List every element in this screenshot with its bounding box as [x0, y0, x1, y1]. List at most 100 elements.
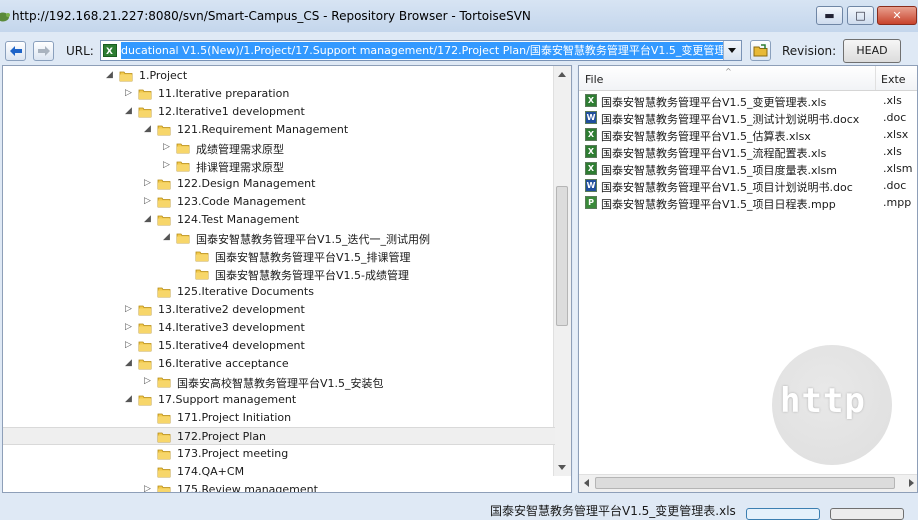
- word-file-icon: W: [585, 179, 597, 192]
- collapse-arrow-icon[interactable]: ◢: [105, 71, 114, 80]
- tree-item[interactable]: 125.Iterative Documents: [3, 283, 555, 301]
- tree-item-label: 175.Review management: [177, 483, 318, 493]
- tree-item[interactable]: ◢ 124.Test Management: [3, 211, 555, 229]
- expand-arrow-icon[interactable]: ▷: [124, 323, 133, 332]
- close-button[interactable]: ✕: [877, 6, 917, 25]
- ok-button[interactable]: [746, 508, 820, 520]
- expand-arrow-icon[interactable]: ▷: [124, 89, 133, 98]
- folder-icon: [138, 321, 152, 334]
- file-row[interactable]: W 国泰安智慧教务管理平台V1.5_项目计划说明书.doc .doc: [583, 177, 913, 194]
- scroll-thumb[interactable]: [595, 477, 895, 489]
- collapse-arrow-icon[interactable]: ◢: [143, 125, 152, 134]
- chevron-down-icon: [728, 48, 736, 53]
- tree-item[interactable]: ▷ 排课管理需求原型: [3, 157, 555, 175]
- file-row[interactable]: P 国泰安智慧教务管理平台V1.5_项目日程表.mpp .mpp: [583, 194, 913, 211]
- tree-item[interactable]: ◢ 121.Requirement Management: [3, 121, 555, 139]
- tree-item[interactable]: 171.Project Initiation: [3, 409, 555, 427]
- back-arrow-icon: [10, 46, 22, 56]
- file-row[interactable]: X 国泰安智慧教务管理平台V1.5_流程配置表.xls .xls: [583, 143, 913, 160]
- folder-icon: [195, 267, 209, 280]
- folder-icon: [157, 285, 171, 298]
- url-value: ducational V1.5(New)/1.Project/17.Suppor…: [121, 42, 723, 59]
- collapse-arrow-icon[interactable]: ◢: [124, 107, 133, 116]
- collapse-arrow-icon[interactable]: ◢: [124, 359, 133, 368]
- excel-file-icon: X: [585, 145, 597, 158]
- scroll-up-icon[interactable]: [558, 72, 566, 77]
- revision-head-button[interactable]: HEAD: [843, 39, 901, 63]
- tree-item[interactable]: 174.QA+CM: [3, 463, 555, 481]
- tree-item[interactable]: ▷ 122.Design Management: [3, 175, 555, 193]
- tree-item-label: 123.Code Management: [177, 195, 306, 208]
- tree-item[interactable]: 国泰安智慧教务管理平台V1.5_排课管理: [3, 247, 555, 265]
- expand-arrow-icon[interactable]: ▷: [124, 305, 133, 314]
- tree-item-label: 1.Project: [139, 69, 188, 82]
- file-extension: .xls: [883, 94, 902, 107]
- collapse-arrow-icon[interactable]: ◢: [124, 395, 133, 404]
- tree-item[interactable]: ▷ 175.Review management: [3, 481, 555, 493]
- minimize-button[interactable]: ▬: [816, 6, 843, 25]
- expand-arrow-icon[interactable]: ▷: [143, 485, 152, 493]
- tree-item[interactable]: ▷ 15.Iterative4 development: [3, 337, 555, 355]
- expand-arrow-icon[interactable]: ▷: [162, 143, 171, 152]
- folder-icon: [138, 303, 152, 316]
- tree-item-label: 成绩管理需求原型: [196, 143, 284, 156]
- file-row[interactable]: W 国泰安智慧教务管理平台V1.5_测试计划说明书.docx .doc: [583, 109, 913, 126]
- tree-item[interactable]: ▷ 13.Iterative2 development: [3, 301, 555, 319]
- tree-item[interactable]: ▷ 14.Iterative3 development: [3, 319, 555, 337]
- url-dropdown-button[interactable]: [723, 41, 741, 60]
- folder-icon: [138, 339, 152, 352]
- scroll-down-icon[interactable]: [558, 465, 566, 470]
- forward-button[interactable]: [33, 41, 54, 61]
- tree-item[interactable]: ◢ 16.Iterative acceptance: [3, 355, 555, 373]
- pane-splitter[interactable]: [573, 65, 577, 493]
- expand-arrow-icon[interactable]: ▷: [143, 377, 152, 386]
- column-header-extension[interactable]: Exte: [881, 73, 906, 86]
- list-horizontal-scrollbar[interactable]: [579, 474, 917, 492]
- file-name: 国泰安智慧教务管理平台V1.5_流程配置表.xls: [601, 147, 827, 160]
- column-divider[interactable]: [875, 66, 876, 90]
- folder-icon: [157, 430, 171, 443]
- status-filename: 国泰安智慧教务管理平台V1.5_变更管理表.xls: [490, 504, 736, 518]
- list-header: ^ File Exte: [579, 66, 917, 91]
- tree-item[interactable]: 173.Project meeting: [3, 445, 555, 463]
- tree-item-label: 174.QA+CM: [177, 465, 245, 478]
- collapse-arrow-icon[interactable]: ◢: [143, 215, 152, 224]
- file-row[interactable]: X 国泰安智慧教务管理平台V1.5_项目度量表.xlsm .xlsm: [583, 160, 913, 177]
- collapse-arrow-icon[interactable]: ◢: [162, 233, 171, 242]
- file-name: 国泰安智慧教务管理平台V1.5_项目日程表.mpp: [601, 198, 836, 211]
- tree-item[interactable]: ▷ 123.Code Management: [3, 193, 555, 211]
- scroll-left-icon[interactable]: [584, 479, 589, 487]
- tree-item[interactable]: ▷ 11.Iterative preparation: [3, 85, 555, 103]
- column-header-file[interactable]: File: [585, 73, 603, 86]
- maximize-button[interactable]: □: [847, 6, 874, 25]
- expand-arrow-icon[interactable]: ▷: [143, 197, 152, 206]
- tree-item[interactable]: ◢ 12.Iterative1 development: [3, 103, 555, 121]
- tree-item-label: 排课管理需求原型: [196, 161, 284, 174]
- tree-item[interactable]: ◢ 国泰安智慧教务管理平台V1.5_迭代一_测试用例: [3, 229, 555, 247]
- tree-item-label: 124.Test Management: [177, 213, 300, 226]
- forward-arrow-icon: [38, 46, 50, 56]
- tree-item[interactable]: ◢ 17.Support management: [3, 391, 555, 409]
- url-input[interactable]: X ducational V1.5(New)/1.Project/17.Supp…: [100, 40, 742, 61]
- file-row[interactable]: X 国泰安智慧教务管理平台V1.5_变更管理表.xls .xls: [583, 92, 913, 109]
- expand-arrow-icon[interactable]: ▷: [162, 161, 171, 170]
- tree-item-label: 121.Requirement Management: [177, 123, 349, 136]
- back-button[interactable]: [5, 41, 26, 61]
- expand-arrow-icon[interactable]: ▷: [143, 179, 152, 188]
- tree-item[interactable]: ▷ 成绩管理需求原型: [3, 139, 555, 157]
- tree-item[interactable]: 国泰安智慧教务管理平台V1.5-成绩管理: [3, 265, 555, 283]
- repository-tree[interactable]: ◢ 1.Project ▷ 11.Iterative preparation ◢ 12.I…: [2, 65, 572, 493]
- folder-icon: [138, 105, 152, 118]
- scroll-thumb[interactable]: [556, 186, 568, 326]
- scroll-right-icon[interactable]: [909, 479, 914, 487]
- expand-arrow-icon[interactable]: ▷: [124, 341, 133, 350]
- cancel-button[interactable]: [830, 508, 904, 520]
- browse-url-button[interactable]: [750, 40, 771, 61]
- tree-item[interactable]: ◢ 1.Project: [3, 67, 555, 85]
- tree-item[interactable]: 172.Project Plan: [3, 427, 555, 445]
- tree-item[interactable]: ▷ 国泰安高校智慧教务管理平台V1.5_安装包: [3, 373, 555, 391]
- folder-icon: [138, 393, 152, 406]
- file-row[interactable]: X 国泰安智慧教务管理平台V1.5_估算表.xlsx .xlsx: [583, 126, 913, 143]
- folder-icon: [157, 177, 171, 190]
- tree-vertical-scrollbar[interactable]: [553, 66, 571, 476]
